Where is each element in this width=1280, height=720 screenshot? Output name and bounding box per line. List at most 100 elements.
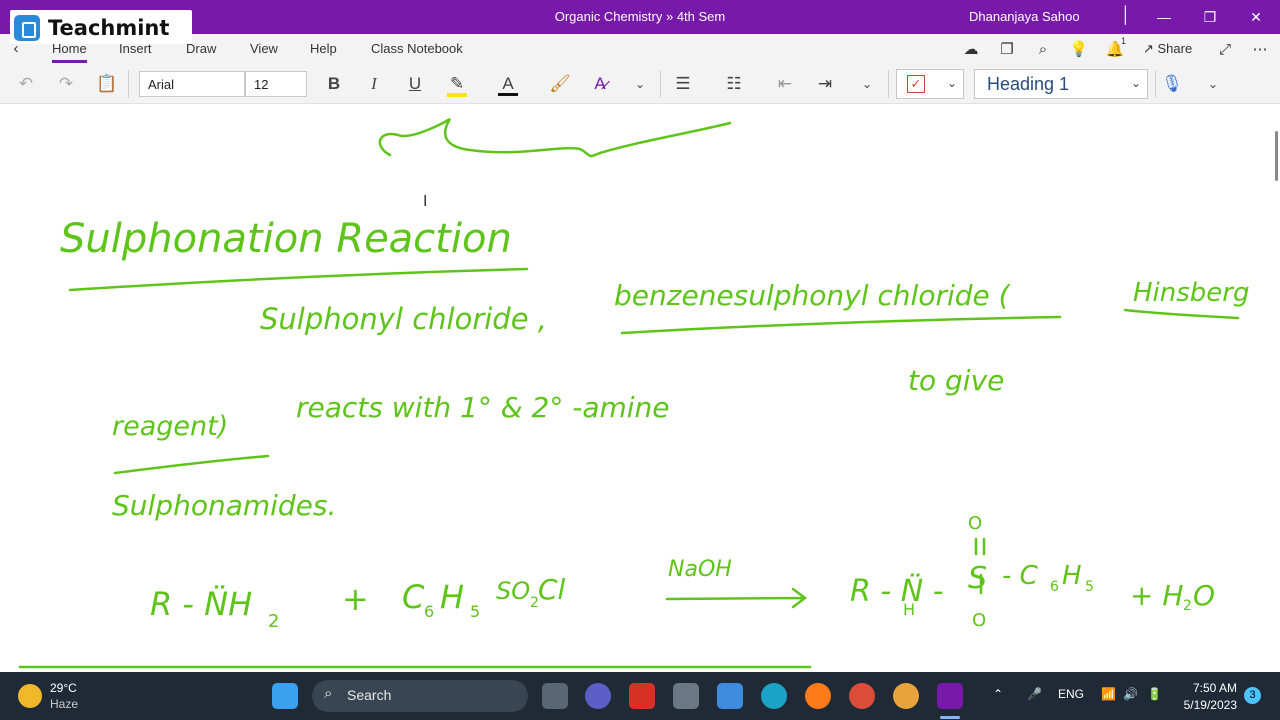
minimize-button[interactable]: —	[1149, 5, 1179, 29]
increase-indent-icon[interactable]: ⇥	[813, 72, 837, 96]
format-painter-icon[interactable]: 🖌	[548, 72, 572, 96]
clear-format-icon[interactable]: A̷	[588, 72, 612, 96]
chrome-profile-icon[interactable]	[893, 683, 919, 709]
weather-temperature[interactable]: 29°C	[50, 681, 77, 695]
expand-icon[interactable]: ⤢	[1215, 40, 1235, 60]
lightbulb-icon[interactable]: 💡	[1069, 40, 1089, 60]
note-line2b: reacts with 1° & 2° -amine	[296, 391, 670, 424]
divider	[128, 70, 129, 98]
active-app-indicator	[940, 716, 960, 719]
restore-button[interactable]: ❐	[1195, 5, 1225, 29]
notification-badge[interactable]: 3	[1244, 687, 1261, 704]
eq-reactant2-so: SO	[496, 577, 530, 605]
style-value: Heading 1	[987, 74, 1070, 94]
user-name[interactable]: Dhananjaya Sahoo	[969, 9, 1080, 24]
chevron-down-icon[interactable]: ⌄	[857, 72, 877, 96]
tab-help[interactable]: Help	[310, 41, 337, 56]
search-box[interactable]: ⌕ Search	[312, 680, 528, 712]
ink-layer: Sulphonation Reaction Sulphonyl chloride…	[18, 117, 1250, 669]
wifi-icon[interactable]: 📶	[1101, 687, 1116, 701]
undo-icon[interactable]: ↶	[14, 72, 38, 96]
title-bar: Organic Chemistry » 4th Sem Dhananjaya S…	[0, 0, 1280, 34]
share-label: Share	[1157, 41, 1193, 56]
eq-plus: +	[342, 580, 369, 618]
note-line3: Sulphonamides.	[112, 489, 336, 522]
italic-button[interactable]: I	[362, 72, 386, 96]
font-name-field[interactable]: Arial	[139, 71, 245, 97]
eq-reactant2-sub1: 6	[424, 602, 434, 621]
redo-icon[interactable]: ↷	[54, 72, 78, 96]
eq-reactant2-sub2: 5	[470, 602, 480, 621]
eq-product-h: H	[903, 600, 915, 619]
sync-icon[interactable]: ☁	[961, 40, 981, 60]
pages-icon[interactable]: ❐	[997, 40, 1017, 60]
note-line1a: Sulphonyl chloride ,	[260, 302, 547, 336]
eq-product-s: S	[968, 561, 987, 596]
eq-reactant2-h: H	[440, 578, 464, 616]
start-icon[interactable]	[272, 683, 298, 709]
window-title: Organic Chemistry » 4th Sem	[554, 9, 726, 24]
pdf-icon[interactable]	[629, 683, 655, 709]
chevron-down-icon[interactable]: ⌄	[1203, 72, 1223, 96]
language-indicator[interactable]: ENG	[1058, 687, 1084, 701]
eq-condition: NaOH	[668, 557, 732, 582]
tab-home[interactable]: Home	[52, 41, 87, 63]
eq-product-c6h5-sub2: 5	[1085, 579, 1094, 595]
font-size-field[interactable]: 12	[245, 71, 307, 97]
clipboard-icon[interactable]: 📋	[95, 72, 119, 96]
style-dropdown[interactable]: Heading 1 ⌄	[974, 69, 1148, 99]
benzenesulphonyl-underline	[620, 315, 1062, 335]
sulfonyl-double-bond	[974, 537, 986, 556]
tab-view[interactable]: View	[250, 41, 278, 56]
underline-button[interactable]: U	[403, 72, 427, 96]
note-canvas[interactable]: Sulphonation Reaction Sulphonyl chloride…	[0, 105, 1280, 672]
chevron-down-icon: ⌄	[1130, 76, 1141, 90]
brand-name: Teachmint	[48, 16, 170, 40]
scrollbar[interactable]	[1275, 131, 1278, 181]
decrease-indent-icon[interactable]: ⇤	[773, 72, 797, 96]
todo-tag-picker[interactable]: ✓ ⌄	[896, 69, 964, 99]
chevron-down-icon[interactable]: ⌄	[630, 72, 650, 96]
search-icon: ⌕	[324, 685, 333, 702]
share-button[interactable]: ↗ Share	[1143, 41, 1192, 57]
bell-badge: 1	[1121, 36, 1127, 46]
weather-status[interactable]: Haze	[50, 697, 78, 711]
microphone-icon[interactable]: 🎤	[1027, 687, 1042, 701]
edge-icon[interactable]	[761, 683, 787, 709]
bold-button[interactable]: B	[322, 72, 346, 96]
font-color-icon[interactable]: A	[496, 72, 520, 96]
clock[interactable]: 7:50 AM 5/19/2023	[1180, 681, 1237, 712]
task-view-icon[interactable]	[542, 683, 568, 709]
firefox-icon[interactable]	[805, 683, 831, 709]
dictate-icon[interactable]: 🎙	[1160, 72, 1184, 96]
more-icon[interactable]: ⋯	[1250, 40, 1270, 60]
battery-icon[interactable]: 🔋	[1147, 687, 1162, 701]
search-icon[interactable]: ⌕	[1033, 40, 1053, 60]
checkbox-tag-icon: ✓	[907, 75, 925, 93]
numbered-list-icon[interactable]: ☷	[722, 72, 746, 96]
chevron-up-icon[interactable]: ⌃	[993, 687, 1003, 701]
eq-product-o-bottom: O	[972, 610, 986, 631]
onenote-icon[interactable]	[937, 683, 963, 709]
divider	[660, 70, 661, 98]
teams-icon[interactable]	[585, 683, 611, 709]
eq-product-c6h5-sub1: 6	[1050, 579, 1059, 595]
account-divider-icon: │	[1121, 7, 1131, 24]
close-button[interactable]: ✕	[1241, 5, 1271, 29]
calculator-icon[interactable]	[673, 683, 699, 709]
highlight-icon[interactable]: ✎	[445, 72, 469, 97]
eq-reactant1-sub: 2	[268, 611, 279, 632]
chrome-icon[interactable]	[849, 683, 875, 709]
title-underline	[68, 267, 529, 292]
clock-date: 5/19/2023	[1183, 698, 1237, 712]
bullet-list-icon[interactable]: ☰	[671, 72, 695, 96]
chevron-down-icon: ⌄	[947, 76, 958, 90]
eq-product-r: R - N̈ -	[850, 574, 944, 609]
clock-time: 7:50 AM	[1192, 681, 1237, 695]
tab-class-notebook[interactable]: Class Notebook	[371, 41, 463, 56]
volume-icon[interactable]: 🔊	[1123, 687, 1138, 701]
eq-reactant1: R - N̈H	[150, 585, 252, 623]
eq-reactant2-cl: Cl	[538, 573, 566, 606]
store-icon[interactable]	[717, 683, 743, 709]
ribbon-tabs: ‹ Home Insert Draw View Help Class Noteb…	[0, 34, 1280, 64]
